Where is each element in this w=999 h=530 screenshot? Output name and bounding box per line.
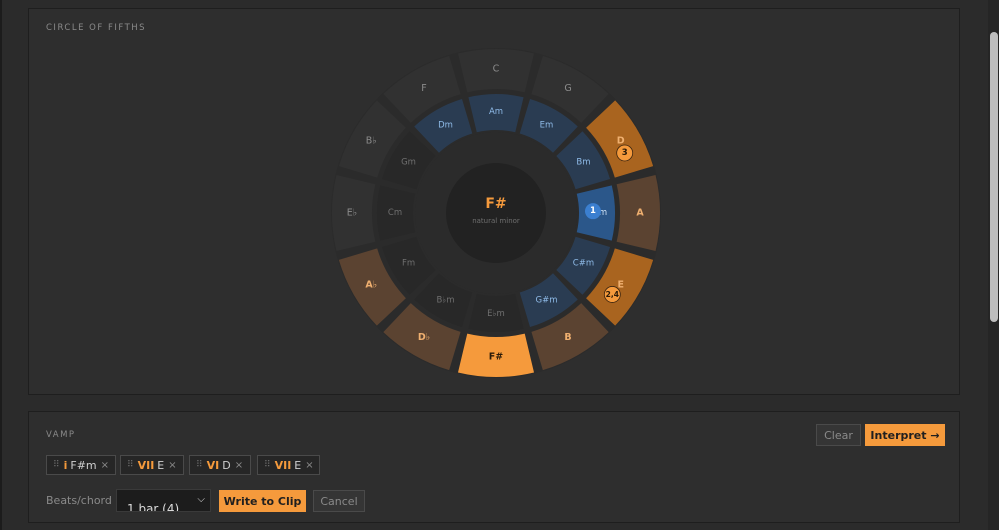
- center-mode-label: natural minor: [472, 217, 520, 225]
- segment-label-key-b: B: [564, 332, 571, 343]
- cancel-button[interactable]: Cancel: [313, 490, 365, 512]
- segment-label-key-f: F: [421, 83, 426, 94]
- segment-label-key-a-flat: A♭: [365, 280, 377, 291]
- drag-handle-icon[interactable]: ⠿: [127, 460, 134, 470]
- drag-handle-icon[interactable]: ⠿: [196, 460, 203, 470]
- vamp-chip-4[interactable]: ⠿ VII E ×: [257, 455, 320, 475]
- chip-chord: E: [294, 458, 302, 472]
- remove-icon[interactable]: ×: [168, 460, 176, 471]
- segment-label-key-d-flat: D♭: [418, 332, 430, 343]
- interpret-button[interactable]: Interpret →: [865, 424, 945, 446]
- wheel-center: [446, 163, 546, 263]
- chip-chord: D: [222, 458, 231, 472]
- chip-chord: F#m: [70, 458, 97, 472]
- left-rail: [0, 0, 2, 530]
- center-key-label: F#: [485, 196, 506, 212]
- segment-label-key-g: G: [564, 83, 571, 94]
- drag-handle-icon[interactable]: ⠿: [53, 460, 60, 470]
- segment-label-minor-b-flatm-7: B♭m: [436, 295, 454, 305]
- vamp-chip-3[interactable]: ⠿ VI D ×: [189, 455, 251, 475]
- vamp-panel-title: VAMP: [46, 430, 76, 440]
- badge-text-key-e: 2,4: [606, 290, 619, 299]
- drag-handle-icon[interactable]: ⠿: [264, 460, 271, 470]
- vamp-chip-2[interactable]: ⠿ VII E ×: [120, 455, 184, 475]
- chip-chord: E: [157, 458, 165, 472]
- remove-icon[interactable]: ×: [305, 460, 313, 471]
- beats-select-value: 1 bar (4): [127, 502, 180, 512]
- clear-button[interactable]: Clear: [816, 424, 861, 446]
- segment-label-minor-am-0: Am: [489, 107, 503, 117]
- segment-label-minor-fm-8: Fm: [402, 259, 415, 269]
- segment-label-minor-c-sharpm-4: C#m: [573, 259, 594, 269]
- scrollbar-thumb[interactable]: [990, 32, 998, 322]
- circle-of-fifths-panel: CIRCLE OF FIFTHS C G D 3 A E 2,4 B F# D♭ A♭ E♭ B♭ F Am…: [28, 8, 960, 395]
- vamp-panel: VAMP Clear Interpret → ⠿ i F#m × ⠿ VII E…: [28, 411, 960, 523]
- segment-label-key-c: C: [493, 64, 500, 75]
- chevron-down-icon: ⌵: [197, 494, 205, 505]
- chip-roman: VII: [137, 458, 155, 472]
- write-to-clip-button[interactable]: Write to Clip: [219, 490, 306, 512]
- scrollbar[interactable]: [988, 0, 999, 530]
- segment-label-minor-cm-9: Cm: [388, 208, 402, 218]
- segment-label-minor-em-1: Em: [540, 121, 554, 131]
- segment-label-minor-dm-11: Dm: [438, 121, 453, 131]
- vamp-chip-1[interactable]: ⠿ i F#m ×: [46, 455, 116, 475]
- segment-label-minor-gm-10: Gm: [401, 158, 416, 168]
- segment-label-key-f-sharp: F#: [489, 352, 503, 363]
- remove-icon[interactable]: ×: [235, 460, 243, 471]
- segment-label-minor-bm-2: Bm: [576, 158, 590, 168]
- segment-label-key-b-flat: B♭: [366, 136, 377, 147]
- chip-roman: i: [63, 458, 68, 472]
- circle-of-fifths-wheel: CGD3AE2,4BF#D♭A♭E♭B♭FAmEmBmm1C#mG#mE♭mB♭…: [331, 48, 661, 378]
- segment-label-minor-e-flatm-6: E♭m: [487, 309, 505, 319]
- segment-label-key-e-flat: E♭: [347, 208, 357, 219]
- segment-label-key-a: A: [636, 208, 644, 219]
- remove-icon[interactable]: ×: [101, 460, 109, 471]
- badge-text-key-d: 3: [622, 148, 628, 158]
- segment-label-minor-g-sharpm-5: G#m: [536, 295, 558, 305]
- badge-text-minor-m-3: 1: [590, 206, 596, 216]
- chip-roman: VII: [274, 458, 292, 472]
- beats-per-chord-label: Beats/chord: [46, 494, 112, 507]
- beats-per-chord-select[interactable]: 1 bar (4) ⌵: [116, 489, 211, 512]
- chip-roman: VI: [206, 458, 220, 472]
